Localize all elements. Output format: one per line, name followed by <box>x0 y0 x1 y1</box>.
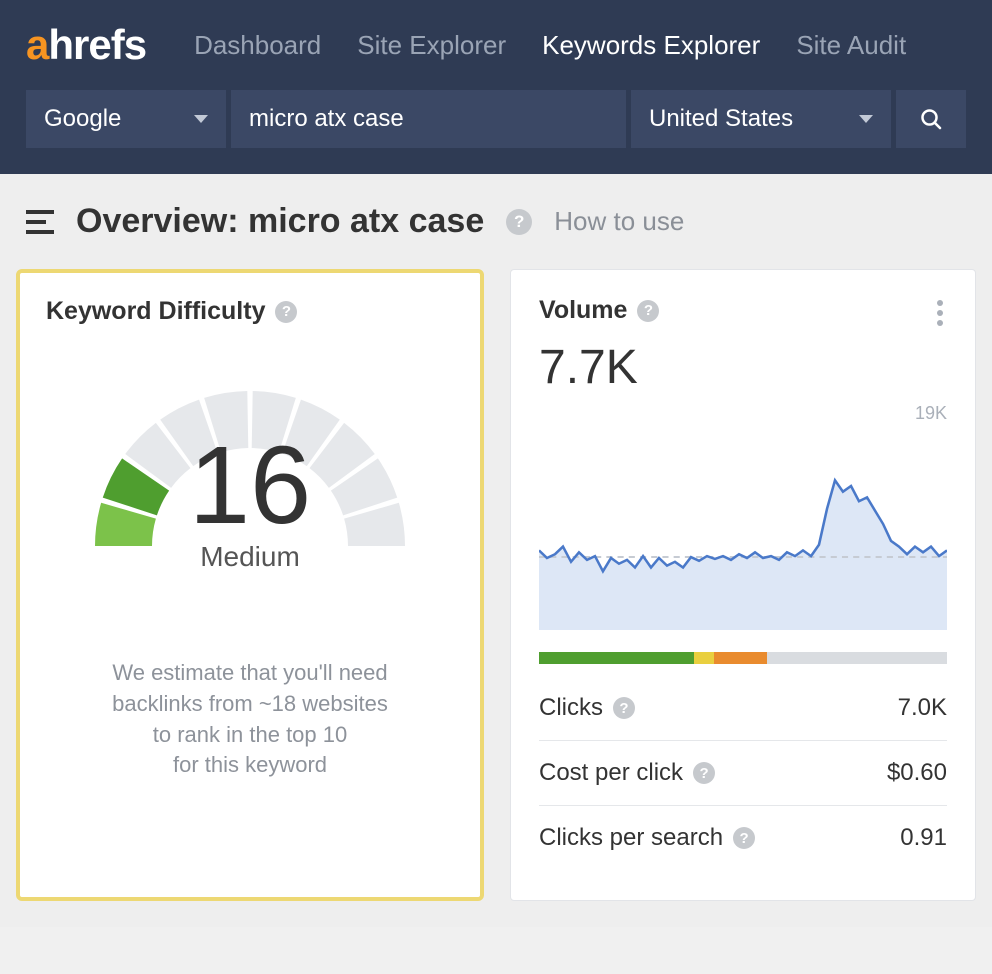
kd-score: 16 <box>189 431 311 541</box>
search-icon <box>919 107 943 131</box>
chevron-down-icon <box>859 115 873 123</box>
help-icon[interactable]: ? <box>637 300 659 322</box>
metric-label: Cost per click <box>539 759 683 787</box>
logo[interactable]: ahrefs <box>26 21 146 69</box>
search-bar: Google United States <box>26 90 966 174</box>
volume-metrics: Clicks? 7.0K Cost per click? $0.60 Click… <box>539 678 947 870</box>
search-button[interactable] <box>896 90 966 148</box>
country-select[interactable]: United States <box>631 90 891 148</box>
volume-card-title: Volume ? <box>539 296 659 325</box>
metric-row-cpc: Cost per click? $0.60 <box>539 740 947 805</box>
kd-card-title: Keyword Difficulty ? <box>46 297 454 326</box>
nav-site-explorer[interactable]: Site Explorer <box>357 30 506 61</box>
volume-value: 7.7K <box>539 340 947 395</box>
volume-trend-chart <box>539 440 947 630</box>
kd-label: Medium <box>189 541 311 573</box>
nav-links: Dashboard Site Explorer Keywords Explore… <box>194 30 906 61</box>
nav-keywords-explorer[interactable]: Keywords Explorer <box>542 30 760 61</box>
more-options-button[interactable] <box>933 296 947 330</box>
how-to-use-link[interactable]: How to use <box>554 206 684 237</box>
metric-value: $0.60 <box>887 759 947 787</box>
metric-row-clicks: Clicks? 7.0K <box>539 678 947 740</box>
menu-toggle-button[interactable] <box>26 210 54 234</box>
volume-card: Volume ? 7.7K 19K Clicks? 7.0K Cost per … <box>510 269 976 901</box>
top-navigation: ahrefs Dashboard Site Explorer Keywords … <box>0 0 992 174</box>
metric-label: Clicks per search <box>539 824 723 852</box>
keyword-difficulty-card: Keyword Difficulty ? 16 Medium We estima… <box>16 269 484 901</box>
engine-select-value: Google <box>44 105 121 133</box>
help-icon[interactable]: ? <box>733 827 755 849</box>
kd-explanation: We estimate that you'll need backlinks f… <box>46 658 454 781</box>
help-icon[interactable]: ? <box>693 762 715 784</box>
help-icon[interactable]: ? <box>275 301 297 323</box>
engine-select[interactable]: Google <box>26 90 226 148</box>
country-select-value: United States <box>649 105 793 133</box>
cards-area: Keyword Difficulty ? 16 Medium We estima… <box>0 269 992 927</box>
logo-a: a <box>26 21 48 69</box>
page-header: Overview: micro atx case ? How to use <box>0 174 992 269</box>
metric-label: Clicks <box>539 694 603 722</box>
click-distribution-bar <box>539 652 947 664</box>
keyword-input[interactable] <box>231 90 626 148</box>
nav-site-audit[interactable]: Site Audit <box>796 30 906 61</box>
chevron-down-icon <box>194 115 208 123</box>
help-icon[interactable]: ? <box>506 209 532 235</box>
volume-axis-max: 19K <box>539 403 947 424</box>
metric-value: 0.91 <box>900 824 947 852</box>
nav-dashboard[interactable]: Dashboard <box>194 30 321 61</box>
metric-row-cps: Clicks per search? 0.91 <box>539 805 947 870</box>
page-title: Overview: micro atx case <box>76 202 484 241</box>
help-icon[interactable]: ? <box>613 697 635 719</box>
metric-value: 7.0K <box>898 694 947 722</box>
logo-rest: hrefs <box>48 21 146 69</box>
